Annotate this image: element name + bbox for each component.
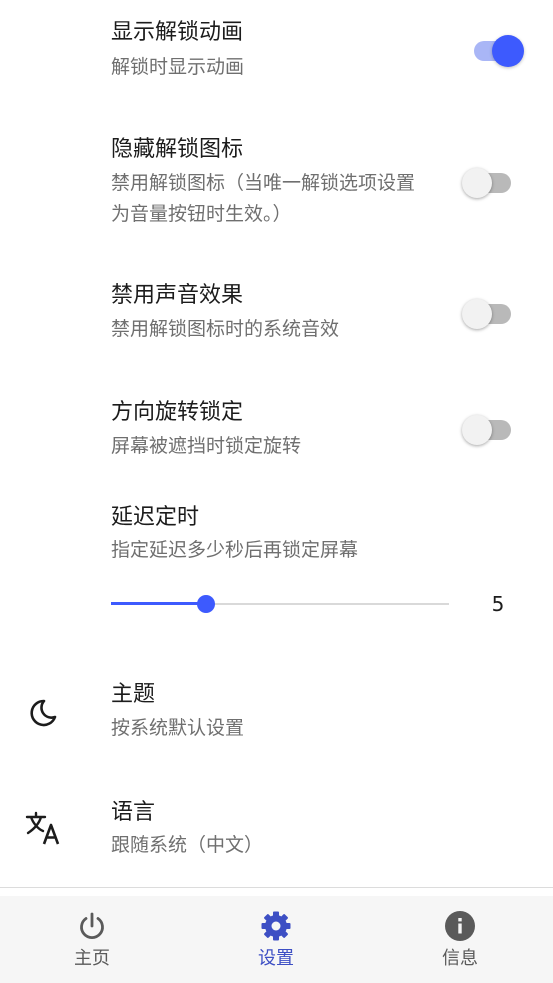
- pref-disable-sound-summary: 禁用解锁图标时的系统音效: [111, 318, 340, 340]
- switch-thumb: [462, 415, 492, 445]
- pref-delay-timer-title: 延迟定时: [111, 505, 200, 530]
- pref-delay-timer-summary: 指定延迟多少秒后再锁定屏幕: [111, 539, 359, 561]
- pref-orientation-lock-summary: 屏幕被遮挡时锁定旋转: [111, 435, 302, 457]
- pref-orientation-lock[interactable]: 方向旋转锁定 屏幕被遮挡时锁定旋转: [0, 380, 553, 480]
- settings-screen: 显示解锁动画 解锁时显示动画 隐藏解锁图标 禁用解锁图标（当唯一解锁选项设置为音…: [0, 0, 553, 983]
- pref-unlock-animation[interactable]: 显示解锁动画 解锁时显示动画: [0, 0, 553, 110]
- pref-orientation-lock-title: 方向旋转锁定: [111, 400, 244, 425]
- pref-hide-unlock-icon-summary: 禁用解锁图标（当唯一解锁选项设置为音量按钮时生效。）: [111, 172, 416, 225]
- disable-sound-switch[interactable]: [462, 295, 514, 329]
- pref-theme[interactable]: 主题 按系统默认设置: [0, 665, 553, 765]
- pref-theme-summary: 按系统默认设置: [111, 717, 245, 739]
- slider-fill: [111, 602, 206, 605]
- delay-timer-slider[interactable]: [111, 592, 449, 616]
- switch-thumb: [462, 168, 492, 198]
- delay-timer-value: 5: [491, 592, 505, 616]
- info-icon: [444, 910, 476, 942]
- pref-unlock-animation-summary: 解锁时显示动画: [111, 56, 245, 78]
- power-icon: [76, 910, 108, 942]
- slider-knob[interactable]: [196, 595, 215, 613]
- pref-language-title: 语言: [111, 800, 156, 825]
- pref-language-summary: 跟随系统（中文）: [111, 834, 264, 856]
- nav-item-settings-label: 设置: [258, 948, 294, 969]
- pref-disable-sound-title: 禁用声音效果: [111, 283, 244, 308]
- orientation-lock-switch[interactable]: [462, 411, 514, 445]
- switch-thumb: [462, 299, 492, 329]
- switch-thumb: [492, 35, 524, 67]
- pref-delay-timer: 延迟定时 指定延迟多少秒后再锁定屏幕: [0, 490, 553, 640]
- bottom-nav-divider: [0, 887, 553, 888]
- unlock-animation-switch[interactable]: [462, 32, 524, 67]
- nav-item-home-label: 主页: [74, 948, 110, 969]
- moon-icon: [25, 695, 61, 731]
- nav-item-settings[interactable]: 设置: [184, 896, 368, 983]
- pref-hide-unlock-icon[interactable]: 隐藏解锁图标 禁用解锁图标（当唯一解锁选项设置为音量按钮时生效。）: [0, 120, 553, 250]
- pref-hide-unlock-icon-title: 隐藏解锁图标: [111, 137, 244, 162]
- translate-icon: [25, 810, 61, 846]
- pref-disable-sound[interactable]: 禁用声音效果 禁用解锁图标时的系统音效: [0, 265, 553, 365]
- hide-unlock-icon-switch[interactable]: [462, 164, 514, 198]
- nav-item-info[interactable]: 信息: [368, 896, 552, 983]
- gear-icon: [260, 910, 292, 942]
- pref-theme-title: 主题: [111, 682, 156, 707]
- bottom-navigation: 主页 设置 信息: [0, 896, 553, 983]
- pref-language[interactable]: 语言 跟随系统（中文）: [0, 782, 553, 882]
- nav-item-info-label: 信息: [442, 948, 478, 969]
- nav-item-home[interactable]: 主页: [0, 896, 184, 983]
- pref-unlock-animation-title: 显示解锁动画: [111, 20, 244, 45]
